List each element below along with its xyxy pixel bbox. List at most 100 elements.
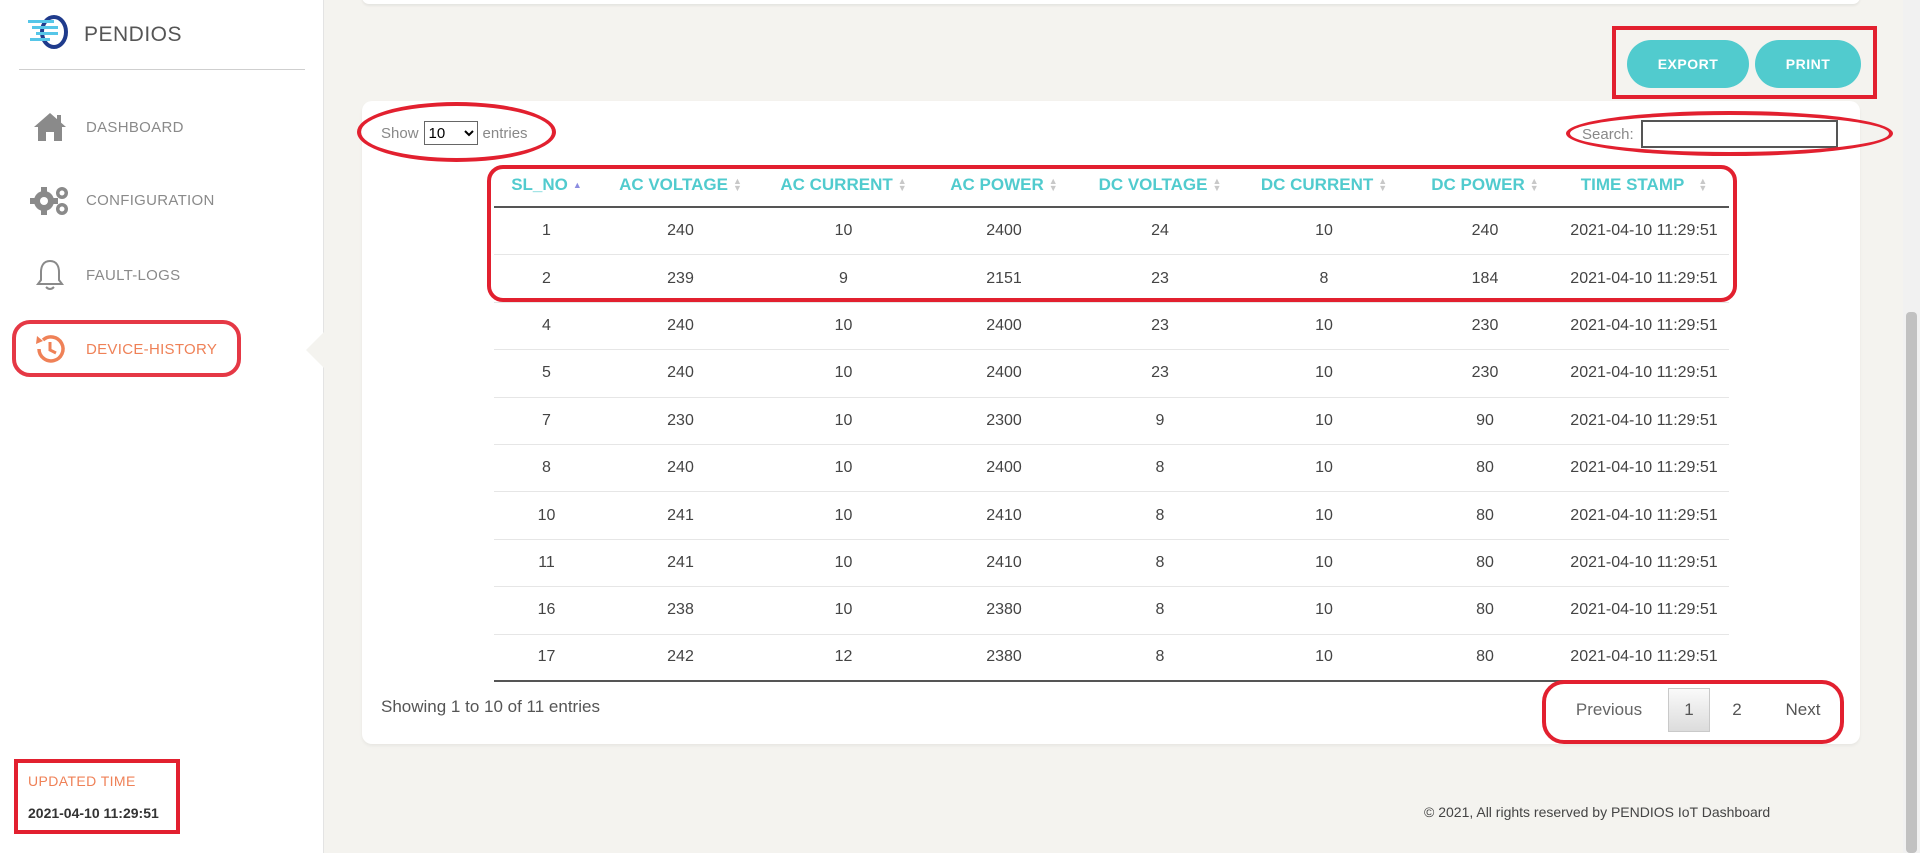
table-cell: 2021-04-10 11:29:51 xyxy=(1570,316,1718,334)
table-cell: 8 xyxy=(1155,601,1165,619)
updated-time-label: UPDATED TIME xyxy=(28,773,136,789)
table-cell: 8 xyxy=(1155,459,1165,477)
print-button[interactable]: PRINT xyxy=(1755,40,1861,88)
table-row: 16 238 10 2380 8 10 80 2021-04-10 11:29:51 xyxy=(494,587,1729,635)
table-cell: 80 xyxy=(1476,506,1494,524)
table-cell: 10 xyxy=(1315,648,1333,666)
sidebar-item-label: DEVICE-HISTORY xyxy=(86,340,218,358)
table-cell: 10 xyxy=(1315,364,1333,382)
table-cell: 90 xyxy=(1476,411,1494,429)
table-cell: 238 xyxy=(667,601,694,619)
table-cell: 7 xyxy=(542,411,551,429)
table-cell: 80 xyxy=(1476,553,1494,571)
table-cell: 23 xyxy=(1151,316,1169,334)
sidebar-divider xyxy=(19,69,305,70)
pagination-next[interactable]: Next xyxy=(1772,688,1834,732)
table-row: 11 241 10 2410 8 10 80 2021-04-10 11:29:51 xyxy=(494,540,1729,588)
table-cell: 80 xyxy=(1476,648,1494,666)
table-cell: 10 xyxy=(537,506,556,524)
active-item-pointer xyxy=(306,332,324,368)
pagination-page-2[interactable]: 2 xyxy=(1716,688,1758,732)
table-cell: 10 xyxy=(1315,553,1333,571)
table-cell: 2410 xyxy=(986,553,1022,571)
scrollbar-thumb[interactable] xyxy=(1906,312,1917,853)
table-cell: 240 xyxy=(667,316,694,334)
table-cell: 2380 xyxy=(986,601,1022,619)
table-cell: 5 xyxy=(542,364,551,382)
table-cell: 12 xyxy=(834,648,853,666)
table-cell: 10 xyxy=(834,364,853,382)
table-cell: 10 xyxy=(834,601,853,619)
table-info: Showing 1 to 10 of 11 entries xyxy=(381,697,600,716)
footer-copyright: © 2021, All rights reserved by PENDIOS I… xyxy=(1424,804,1771,820)
brand-name: PENDIOS xyxy=(84,22,183,46)
table-cell: 2021-04-10 11:29:51 xyxy=(1570,601,1718,619)
sidebar: PENDIOS DASHBOARD CONFIGURATION FAULT-LO… xyxy=(0,0,324,853)
table-cell: 10 xyxy=(834,553,853,571)
table-cell: 4 xyxy=(542,316,551,334)
export-button[interactable]: EXPORT xyxy=(1627,40,1749,88)
table-row: 10 241 10 2410 8 10 80 2021-04-10 11:29:51 xyxy=(494,492,1729,540)
table-row: 17 242 12 2380 8 10 80 2021-04-10 11:29:51 xyxy=(494,635,1729,682)
table-cell: 23 xyxy=(1151,364,1169,382)
table-cell: 80 xyxy=(1476,459,1494,477)
table-cell: 2021-04-10 11:29:51 xyxy=(1570,648,1718,666)
table-cell: 2400 xyxy=(986,459,1022,477)
sidebar-item-configuration[interactable]: CONFIGURATION xyxy=(28,180,215,220)
table-cell: 240 xyxy=(667,459,694,477)
table-cell: 10 xyxy=(1315,411,1333,429)
table-cell: 11 xyxy=(538,553,555,571)
sidebar-item-fault-logs[interactable]: FAULT-LOGS xyxy=(28,255,180,295)
gears-icon xyxy=(28,180,72,220)
table-cell: 230 xyxy=(1471,364,1499,382)
table-cell: 2300 xyxy=(986,411,1022,429)
table-cell: 8 xyxy=(1155,506,1165,524)
entries-highlight xyxy=(357,102,556,162)
sidebar-item-label: CONFIGURATION xyxy=(86,191,215,209)
table-cell: 10 xyxy=(834,459,853,477)
table-cell: 230 xyxy=(667,411,694,429)
table-row: 8 240 10 2400 8 10 80 2021-04-10 11:29:51 xyxy=(494,445,1729,493)
table-cell: 8 xyxy=(542,459,551,477)
pagination-page-1[interactable]: 1 xyxy=(1668,688,1710,732)
table-cell: 2021-04-10 11:29:51 xyxy=(1570,459,1718,477)
bell-icon xyxy=(28,255,72,295)
table-cell: 230 xyxy=(1471,316,1499,334)
table-cell: 16 xyxy=(537,601,556,619)
sidebar-item-label: DASHBOARD xyxy=(86,118,184,136)
table-cell: 17 xyxy=(537,648,556,666)
pendios-logo-icon xyxy=(26,14,70,55)
updated-time-panel: UPDATED TIME 2021-04-10 11:29:51 xyxy=(14,759,180,834)
top-card-edge xyxy=(362,0,1860,4)
table-cell: 10 xyxy=(834,411,853,429)
table-cell: 10 xyxy=(834,316,853,334)
table-cell: 2021-04-10 11:29:51 xyxy=(1570,553,1718,571)
table-cell: 242 xyxy=(667,648,694,666)
table-cell: 2410 xyxy=(986,506,1022,524)
brand-logo[interactable]: PENDIOS xyxy=(26,14,182,55)
table-cell: 2021-04-10 11:29:51 xyxy=(1570,506,1718,524)
sidebar-item-dashboard[interactable]: DASHBOARD xyxy=(28,107,184,147)
table-cell: 241 xyxy=(667,553,694,571)
table-cell: 2380 xyxy=(986,648,1022,666)
table-cell: 8 xyxy=(1155,553,1165,571)
table-cell: 8 xyxy=(1155,648,1165,666)
table-cell: 10 xyxy=(834,506,853,524)
table-row: 5 240 10 2400 23 10 230 2021-04-10 11:29:51 xyxy=(494,350,1729,398)
header-rows-highlight xyxy=(487,165,1737,302)
table-cell: 10 xyxy=(1315,459,1333,477)
updated-time-value: 2021-04-10 11:29:51 xyxy=(28,805,159,821)
table-cell: 2400 xyxy=(986,316,1022,334)
pagination-previous[interactable]: Previous xyxy=(1560,688,1658,732)
table-cell: 10 xyxy=(1315,316,1333,334)
search-highlight xyxy=(1566,111,1893,156)
table-cell: 80 xyxy=(1476,601,1494,619)
table-cell: 2021-04-10 11:29:51 xyxy=(1570,411,1718,429)
sidebar-item-device-history[interactable]: DEVICE-HISTORY xyxy=(28,329,217,369)
table-row: 7 230 10 2300 9 10 90 2021-04-10 11:29:51 xyxy=(494,398,1729,445)
table-cell: 2021-04-10 11:29:51 xyxy=(1570,364,1718,382)
history-icon xyxy=(28,329,72,369)
sidebar-item-label: FAULT-LOGS xyxy=(86,266,181,284)
table-cell: 241 xyxy=(667,506,694,524)
table-cell: 2400 xyxy=(986,364,1022,382)
